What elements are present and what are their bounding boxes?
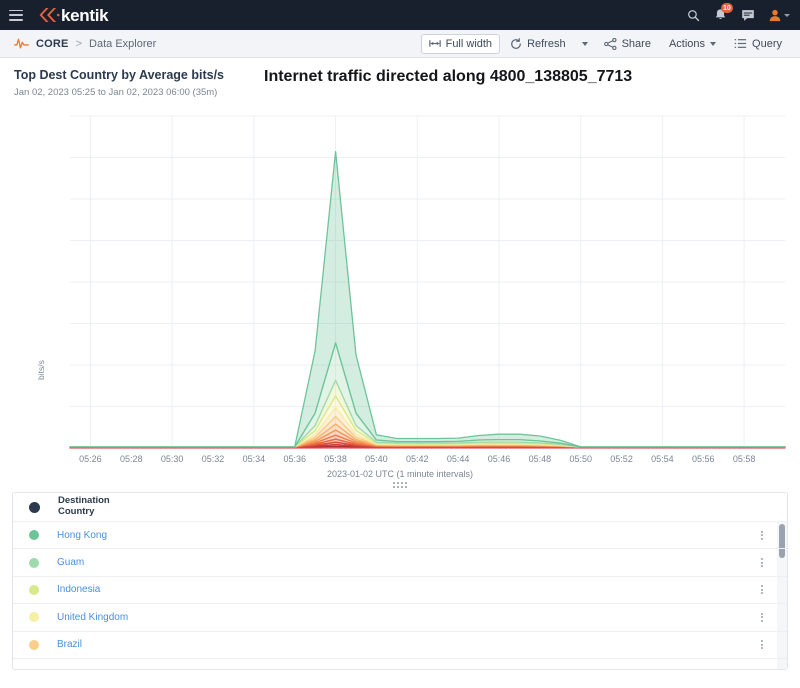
svg-text:05:34: 05:34 [243, 454, 266, 464]
refresh-button[interactable]: Refresh [502, 34, 574, 54]
country-link[interactable]: Hong Kong [57, 530, 107, 541]
svg-text:05:42: 05:42 [406, 454, 429, 464]
kebab-menu-icon[interactable] [761, 558, 763, 568]
table-row[interactable]: Hong Kong [13, 522, 787, 550]
plot-area: bits/s 05:26 05:28 05:30 05:32 05:34 05:36 05:… [0, 108, 800, 488]
query-button[interactable]: Query [726, 34, 790, 54]
table-row[interactable]: Brazil [13, 632, 787, 659]
breadcrumb: CORE > Data Explorer [14, 37, 156, 50]
navbar-actions: 10 [687, 3, 790, 22]
query-list-icon [734, 39, 747, 48]
chart-panel: Top Dest Country by Average bits/s Jan 0… [0, 58, 800, 479]
kebab-menu-icon[interactable] [761, 585, 763, 595]
svg-text:05:58: 05:58 [733, 454, 756, 464]
svg-text:05:50: 05:50 [569, 454, 592, 464]
kebab-menu-icon[interactable] [761, 612, 763, 622]
notification-badge: 10 [721, 3, 733, 13]
brand-text: kentik [61, 5, 109, 25]
series-color-dot [29, 639, 39, 650]
column-header-line2: Country [58, 506, 95, 517]
svg-text:05:38: 05:38 [324, 454, 347, 464]
chart-header: Top Dest Country by Average bits/s Jan 0… [0, 68, 800, 102]
breadcrumb-current[interactable]: Data Explorer [89, 38, 156, 50]
breadcrumb-toolbar-bar: CORE > Data Explorer Full width Refresh [0, 30, 800, 58]
svg-text:05:32: 05:32 [202, 454, 225, 464]
column-header-destination-country: Destination Country [58, 495, 110, 518]
svg-text:05:52: 05:52 [610, 454, 633, 464]
column-header-line1: Destination [58, 495, 110, 507]
svg-text:05:48: 05:48 [529, 454, 552, 464]
refresh-icon [511, 37, 521, 49]
page-title: Internet traffic directed along 4800_138… [264, 68, 633, 85]
svg-text:05:26: 05:26 [79, 454, 102, 464]
svg-text:05:30: 05:30 [161, 454, 184, 464]
table-header-row: Destination Country [13, 493, 787, 522]
series-color-dot [29, 557, 39, 568]
breadcrumb-separator: > [75, 37, 83, 50]
svg-text:05:56: 05:56 [692, 454, 715, 464]
svg-text:05:54: 05:54 [651, 454, 674, 464]
refresh-dropdown-button[interactable] [576, 34, 594, 54]
area-chart-svg[interactable]: 05:26 05:28 05:30 05:32 05:34 05:36 05:38 05:40… [0, 108, 800, 470]
country-link[interactable]: Brazil [57, 639, 82, 650]
chevron-down-icon [581, 41, 588, 46]
y-axis-label: bits/s [36, 360, 46, 380]
full-width-button[interactable]: Full width [420, 33, 501, 54]
svg-text:05:44: 05:44 [447, 454, 470, 464]
chevron-down-icon [710, 41, 717, 46]
page-toolbar: Full width Refresh Share Actions Query [420, 33, 790, 54]
x-axis-label: 2023-01-02 UTC (1 minute intervals) [326, 469, 474, 479]
bell-icon[interactable]: 10 [714, 3, 733, 22]
full-width-icon [428, 40, 441, 47]
actions-label: Actions [668, 37, 706, 50]
kentik-logo[interactable]: kentik [36, 5, 109, 25]
svg-text:05:40: 05:40 [365, 454, 388, 464]
activity-pulse-icon [14, 38, 29, 49]
kentik-chevrons-icon [39, 8, 60, 22]
share-button[interactable]: Share [596, 34, 659, 54]
share-icon [603, 37, 617, 50]
table-body: Hong Kong Guam Indonesia United Kingdom Braz… [13, 522, 787, 659]
series-color-dot [29, 584, 39, 595]
country-link[interactable]: Guam [57, 557, 84, 568]
hamburger-icon[interactable] [9, 9, 23, 21]
svg-text:05:46: 05:46 [488, 454, 511, 464]
series-color-dot [29, 612, 39, 623]
query-label: Query [752, 37, 782, 50]
header-dot-icon [29, 501, 40, 513]
kebab-menu-icon[interactable] [761, 640, 763, 650]
share-label: Share [621, 37, 651, 50]
svg-text:05:28: 05:28 [120, 454, 143, 464]
refresh-label: Refresh [527, 37, 566, 50]
user-avatar-icon[interactable] [769, 9, 790, 22]
top-navbar: kentik 10 [0, 0, 800, 30]
svg-text:05:36: 05:36 [283, 454, 306, 464]
country-link[interactable]: Indonesia [57, 584, 100, 595]
chat-icon[interactable] [741, 9, 755, 22]
full-width-label: Full width [445, 37, 493, 50]
search-icon[interactable] [687, 9, 700, 22]
series-color-dot [29, 530, 39, 541]
results-table: Destination Country Hong Kong Guam Indones… [12, 492, 788, 670]
chevron-down-icon [784, 13, 790, 17]
panel-subtitle: Jan 02, 2023 05:25 to Jan 02, 2023 06:00… [14, 86, 218, 98]
table-row[interactable]: United Kingdom [13, 604, 787, 632]
country-link[interactable]: United Kingdom [57, 612, 128, 623]
table-row[interactable]: Guam [13, 549, 787, 577]
kebab-menu-icon[interactable] [761, 530, 763, 540]
actions-button[interactable]: Actions [661, 34, 724, 54]
table-row[interactable]: Indonesia [13, 577, 787, 605]
breadcrumb-root[interactable]: CORE [36, 38, 69, 50]
